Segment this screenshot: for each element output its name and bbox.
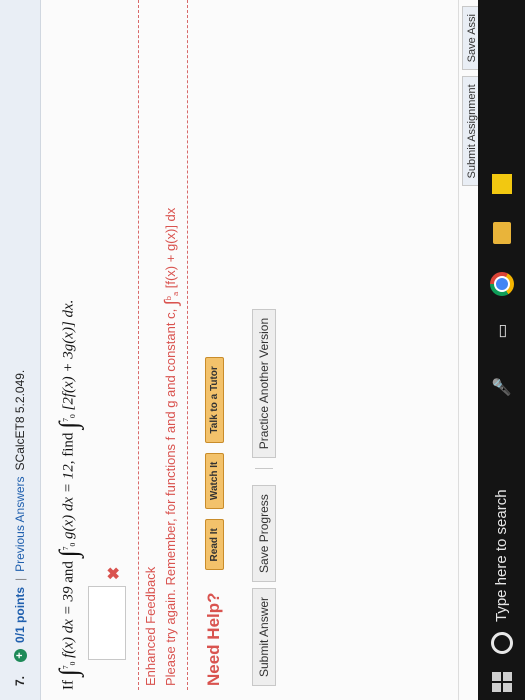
question-number: 7. xyxy=(13,675,27,686)
integral-sign-icon: ∫ xyxy=(161,300,181,306)
microphone-icon[interactable]: 🎤 xyxy=(491,376,513,398)
header-separator: | xyxy=(13,577,27,581)
int2-upper: 7 xyxy=(61,546,71,551)
feedback-upper: b xyxy=(163,296,173,301)
submit-answer-button[interactable]: Submit Answer xyxy=(252,587,276,686)
integral-sign-icon: ∫ xyxy=(54,550,83,558)
feedback-title: Enhanced Feedback xyxy=(143,566,158,686)
watch-it-button[interactable]: Watch It xyxy=(204,452,224,510)
enhanced-feedback: Enhanced Feedback Please try again. Reme… xyxy=(138,0,188,690)
save-progress-button[interactable]: Save Progress xyxy=(252,485,276,582)
question-actions: Submit Answer Save Progress Practice Ano… xyxy=(252,303,276,686)
int2-lower: 0 xyxy=(68,542,78,547)
cortana-icon[interactable] xyxy=(490,632,513,654)
feedback-lower: a xyxy=(170,291,180,297)
feedback-text: Please try again. Remember, for function… xyxy=(161,208,182,686)
need-help-title: Need Help? xyxy=(204,592,223,686)
chrome-icon[interactable] xyxy=(489,272,514,296)
file-explorer-icon[interactable] xyxy=(492,222,511,244)
previous-answers-link[interactable]: Previous Answers xyxy=(13,476,27,571)
need-help-section: Need Help? Read It Watch It Talk to a Tu… xyxy=(204,347,224,686)
g-integral-expression: g(x) dx = 12, xyxy=(60,460,77,539)
target-expression: [2f(x) + 3g(x)] dx. xyxy=(60,299,77,411)
answer-input[interactable] xyxy=(88,586,126,660)
talk-to-tutor-button[interactable]: Talk to a Tutor xyxy=(204,357,224,443)
int3-lower: 0 xyxy=(68,414,78,418)
feedback-limits: ba xyxy=(163,291,180,301)
int2-limits: 70 xyxy=(61,542,78,551)
windows-start-icon[interactable] xyxy=(491,672,512,692)
actions-divider xyxy=(255,468,273,470)
feedback-message: Please try again. Remember, for function… xyxy=(162,308,178,686)
points-label[interactable]: 0/1 points xyxy=(13,587,27,643)
integral-sign-icon: ∫ xyxy=(54,669,83,677)
practice-another-version-button[interactable]: Practice Another Version xyxy=(252,308,276,459)
integral-sign-icon: ∫ xyxy=(54,421,83,429)
windows-taskbar: Type here to search 🎤 ▭ xyxy=(478,0,525,700)
taskbar-search-input[interactable]: Type here to search xyxy=(493,432,510,622)
f-integral-expression: f(x) dx = 39 xyxy=(60,586,77,658)
int3-upper: 7 xyxy=(61,417,71,422)
int3-limits: 70 xyxy=(61,414,78,422)
incorrect-icon: ✖ xyxy=(106,566,123,580)
problem-find: find xyxy=(60,432,77,457)
feedback-formula: [f(x) + g(x)] dx xyxy=(162,207,178,289)
problem-and: and xyxy=(60,561,77,583)
int1-upper: 7 xyxy=(61,665,71,670)
assignment-page: 7. + 0/1 points | Previous Answers SCalc… xyxy=(0,0,485,700)
question-header: 7. + 0/1 points | Previous Answers SCalc… xyxy=(0,0,41,700)
read-it-button[interactable]: Read It xyxy=(204,519,224,571)
int1-lower: 0 xyxy=(68,661,78,666)
screen: 7. + 0/1 points | Previous Answers SCalc… xyxy=(0,0,525,700)
question-code: SCalcET8 5.2.049. xyxy=(13,369,27,471)
expand-icon[interactable]: + xyxy=(13,648,27,662)
int1-limits: 70 xyxy=(61,661,78,670)
problem-statement: If ∫70 f(x) dx = 39 and ∫70 g(x) dx = 12… xyxy=(54,300,84,690)
problem-if: If xyxy=(60,680,77,690)
task-view-icon[interactable]: ▭ xyxy=(491,320,513,342)
sticky-notes-icon[interactable] xyxy=(491,174,512,194)
question-body: If ∫70 f(x) dx = 39 and ∫70 g(x) dx = 12… xyxy=(46,0,485,700)
